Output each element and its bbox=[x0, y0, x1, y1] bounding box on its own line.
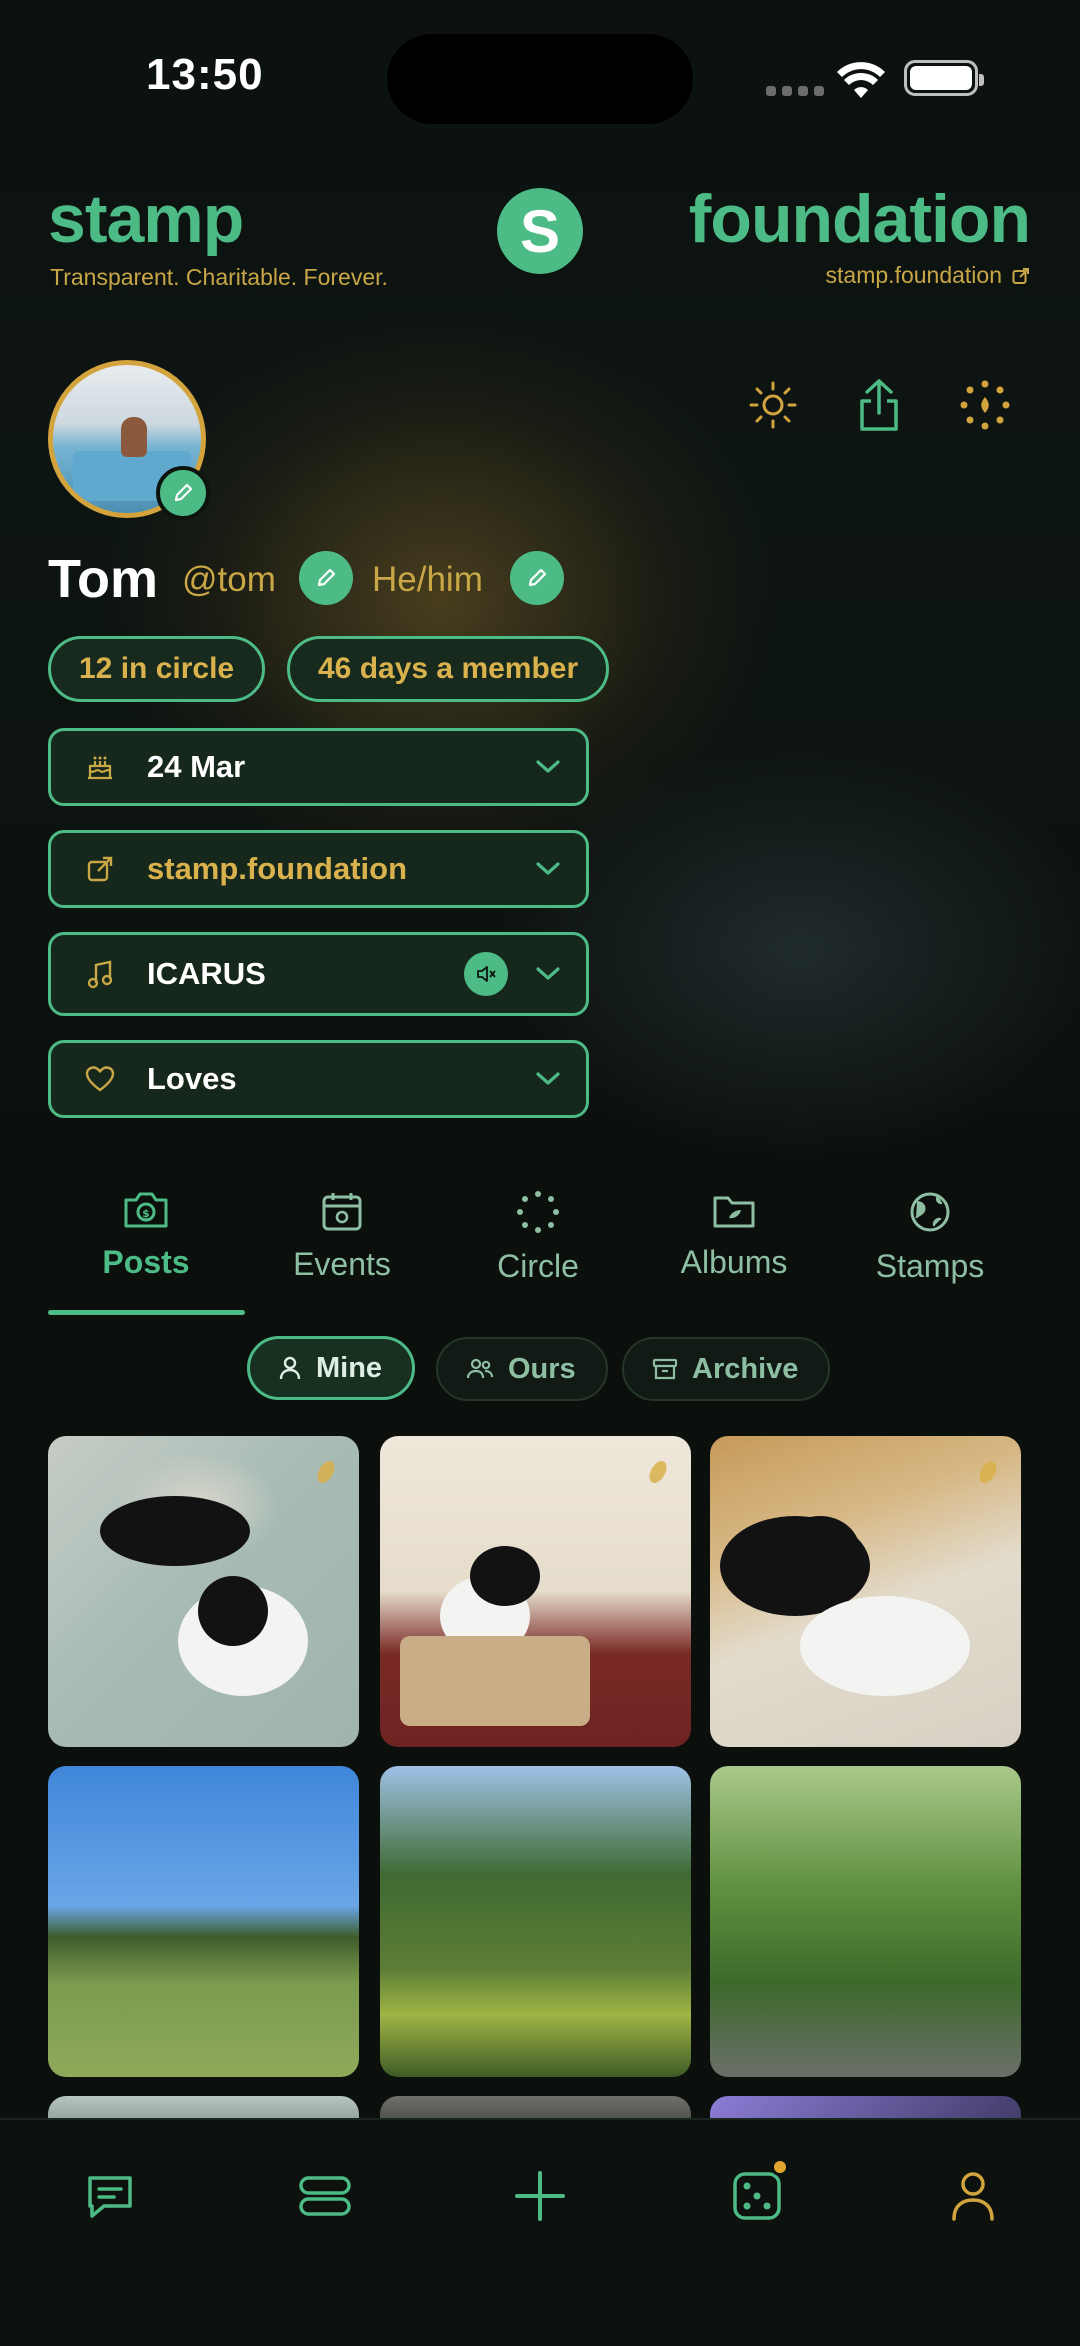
nav-profile[interactable] bbox=[933, 2156, 1013, 2236]
status-time: 13:50 bbox=[146, 50, 264, 99]
tab-posts-label: Posts bbox=[102, 1244, 190, 1280]
archive-icon bbox=[652, 1358, 678, 1380]
post-thumbnail[interactable] bbox=[710, 1766, 1021, 2077]
circle-count-chip[interactable]: 12 in circle bbox=[48, 636, 266, 702]
filter-mine-label: Mine bbox=[316, 1351, 383, 1384]
post-thumbnail[interactable] bbox=[380, 1436, 691, 1747]
tab-circle-label: Circle bbox=[497, 1248, 579, 1284]
edit-pronouns-button[interactable] bbox=[510, 551, 564, 605]
music-note-icon bbox=[87, 960, 113, 989]
chevron-down-icon bbox=[536, 862, 560, 875]
profile-handle: @tom bbox=[182, 560, 276, 599]
chevron-down-icon bbox=[536, 760, 560, 773]
chevron-down-icon bbox=[536, 1072, 560, 1085]
share-button[interactable] bbox=[850, 376, 908, 434]
globe-icon bbox=[910, 1192, 950, 1232]
filter-archive[interactable]: Archive bbox=[622, 1337, 831, 1401]
edit-handle-button[interactable] bbox=[299, 551, 353, 605]
nav-chat[interactable] bbox=[70, 2156, 150, 2236]
stamp-logo[interactable]: S bbox=[497, 188, 583, 274]
pencil-icon bbox=[174, 483, 193, 502]
song-label: ICARUS bbox=[147, 956, 266, 991]
calendar-icon bbox=[322, 1193, 362, 1231]
filter-ours-label: Ours bbox=[508, 1352, 576, 1385]
camera-icon: $ bbox=[124, 1192, 168, 1228]
cake-icon bbox=[88, 756, 112, 780]
website-dropdown[interactable]: stamp.foundation bbox=[48, 830, 589, 908]
post-thumbnail[interactable] bbox=[710, 1436, 1021, 1747]
dotted-circle-icon bbox=[517, 1191, 559, 1233]
post-thumbnail[interactable] bbox=[48, 1766, 359, 2077]
brand-tagline: Transparent. Charitable. Forever. bbox=[50, 264, 388, 290]
pencil-icon bbox=[528, 568, 547, 587]
nav-feed[interactable] bbox=[285, 2156, 365, 2236]
pencil-icon bbox=[317, 568, 336, 587]
tab-events-label: Events bbox=[293, 1246, 391, 1282]
battery-icon bbox=[904, 60, 984, 96]
tab-circle[interactable]: Circle bbox=[440, 1190, 636, 1285]
filter-mine[interactable]: Mine bbox=[247, 1336, 416, 1400]
dotted-circle-icon bbox=[960, 380, 1010, 430]
tab-events[interactable]: Events bbox=[244, 1190, 440, 1283]
theme-toggle-button[interactable] bbox=[744, 376, 802, 434]
membership-chip[interactable]: 46 days a member bbox=[287, 636, 610, 702]
person-icon bbox=[279, 1356, 301, 1380]
brand-stamp[interactable]: stamp bbox=[48, 180, 244, 258]
dynamic-island bbox=[387, 34, 693, 124]
tab-albums-label: Albums bbox=[680, 1244, 788, 1280]
heart-icon bbox=[85, 1066, 115, 1092]
share-icon bbox=[860, 379, 898, 431]
profile-icon bbox=[952, 2172, 994, 2221]
brand-foundation[interactable]: foundation bbox=[689, 180, 1031, 258]
post-thumbnail[interactable] bbox=[48, 1436, 359, 1747]
people-icon bbox=[466, 1358, 494, 1379]
mute-button[interactable] bbox=[464, 952, 508, 996]
tab-stamps-label: Stamps bbox=[875, 1248, 985, 1284]
speaker-mute-icon bbox=[477, 966, 496, 982]
edit-avatar-button[interactable] bbox=[156, 466, 210, 520]
chat-icon bbox=[88, 2176, 132, 2218]
song-dropdown[interactable]: ICARUS bbox=[48, 932, 589, 1016]
profile-pronouns: He/him bbox=[372, 560, 483, 599]
stack-icon bbox=[299, 2176, 351, 2216]
nav-games[interactable] bbox=[717, 2156, 797, 2236]
notification-dot bbox=[771, 2158, 789, 2176]
site-link-label: stamp.foundation bbox=[825, 262, 1002, 288]
nav-create[interactable] bbox=[500, 2156, 580, 2236]
wifi-icon bbox=[836, 60, 886, 105]
tab-posts[interactable]: $ Posts bbox=[48, 1190, 244, 1281]
external-link-icon bbox=[87, 856, 113, 882]
sun-icon bbox=[749, 381, 797, 429]
folder-icon bbox=[713, 1196, 755, 1228]
post-thumbnail[interactable] bbox=[380, 1766, 691, 2077]
birthday-label: 24 Mar bbox=[147, 749, 246, 784]
active-tab-indicator bbox=[48, 1310, 245, 1315]
external-link-icon bbox=[1012, 267, 1029, 284]
svg-text:$: $ bbox=[142, 1207, 150, 1220]
tab-stamps[interactable]: Stamps bbox=[832, 1190, 1028, 1285]
site-link[interactable]: stamp.foundation bbox=[826, 262, 1030, 289]
settings-button[interactable] bbox=[956, 376, 1014, 434]
profile-name: Tom bbox=[48, 549, 158, 609]
chevron-down-icon bbox=[536, 967, 560, 980]
tab-albums[interactable]: Albums bbox=[636, 1190, 832, 1281]
filter-archive-label: Archive bbox=[692, 1352, 799, 1385]
website-label: stamp.foundation bbox=[147, 851, 408, 886]
birthday-dropdown[interactable]: 24 Mar bbox=[48, 728, 589, 806]
filter-ours[interactable]: Ours bbox=[436, 1337, 608, 1401]
dice-icon bbox=[733, 2172, 781, 2220]
loves-label: Loves bbox=[147, 1061, 237, 1096]
plus-icon bbox=[515, 2171, 565, 2221]
cellular-signal-icon bbox=[766, 86, 824, 96]
loves-dropdown[interactable]: Loves bbox=[48, 1040, 589, 1118]
